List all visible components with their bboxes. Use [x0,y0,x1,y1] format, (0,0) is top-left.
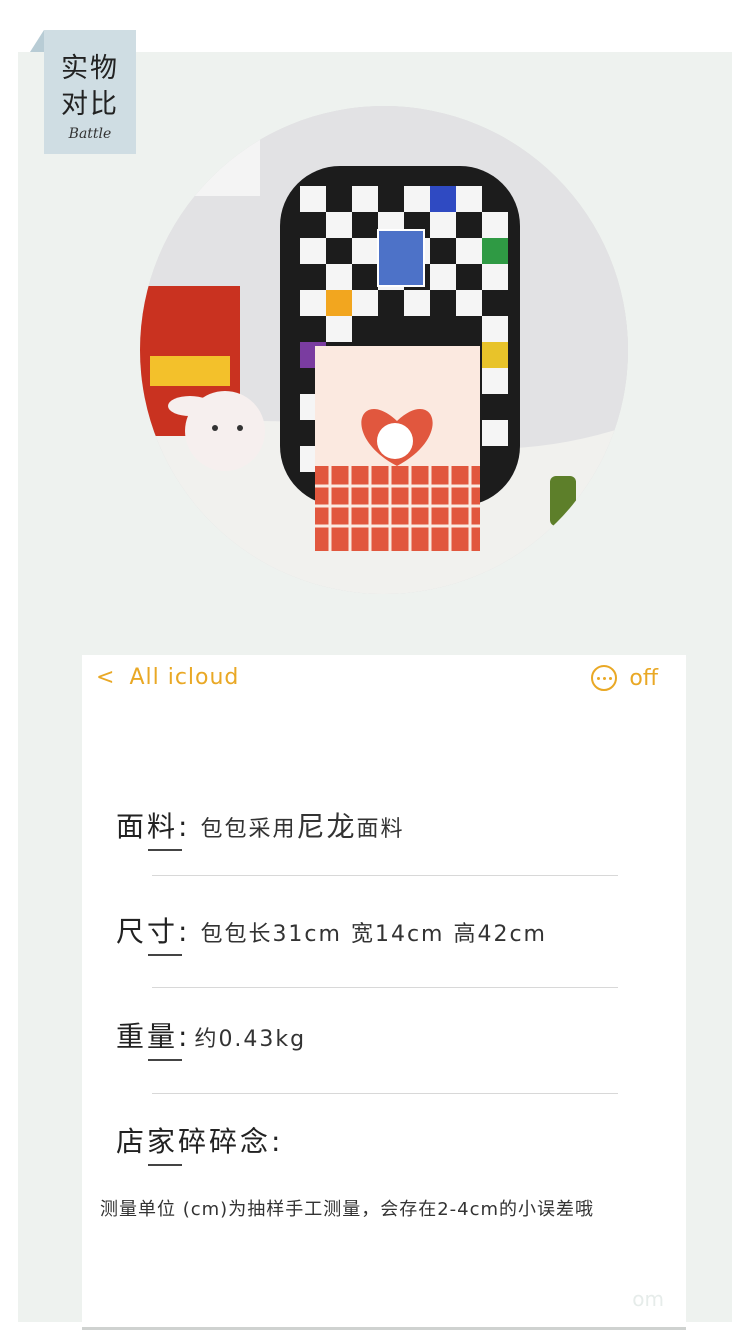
size-value: 包包长31cm 宽14cm 高42cm [200,922,547,947]
section-tag: 实物 对比 Battle [44,30,136,154]
weight-label: 重量: [116,1015,190,1061]
tag-subtitle: Battle [68,126,112,142]
size-label: 尺寸: [116,910,190,956]
off-label: off [629,665,658,691]
tag-title-line1: 实物 [61,53,119,84]
divider [152,987,618,988]
card-header: < All icloud off [82,655,686,705]
material-row: 面料: 包包采用尼龙面料 [116,805,405,851]
notes-label: 店家碎碎念: [116,1120,283,1166]
measurement-note: 测量单位 (cm)为抽样手工测量，会存在2-4cm的小误差哦 [100,1199,595,1220]
divider [152,1093,618,1094]
backpack-photo-illustration [140,106,628,594]
info-card: < All icloud off 面料: 包包采用尼龙面料 尺寸: 包包长31cm… [82,655,686,1327]
tag-title-line2: 对比 [61,89,119,120]
more-menu[interactable]: off [591,665,658,691]
weight-value: 约0.43kg [194,1027,307,1052]
material-label: 面料: [116,805,190,851]
more-dots-icon[interactable] [591,665,618,691]
watermark: om [632,1287,664,1311]
divider [152,875,618,876]
back-link-label: All icloud [129,665,240,690]
back-link[interactable]: < All icloud [96,665,239,690]
weight-row: 重量: 约0.43kg [116,1015,307,1061]
chevron-left-icon: < [96,665,116,690]
tag-fold [30,30,44,52]
notes-row: 店家碎碎念: [116,1120,283,1166]
material-value: 包包采用尼龙面料 [200,810,405,843]
product-photo [140,106,628,594]
size-row: 尺寸: 包包长31cm 宽14cm 高42cm [116,910,547,956]
